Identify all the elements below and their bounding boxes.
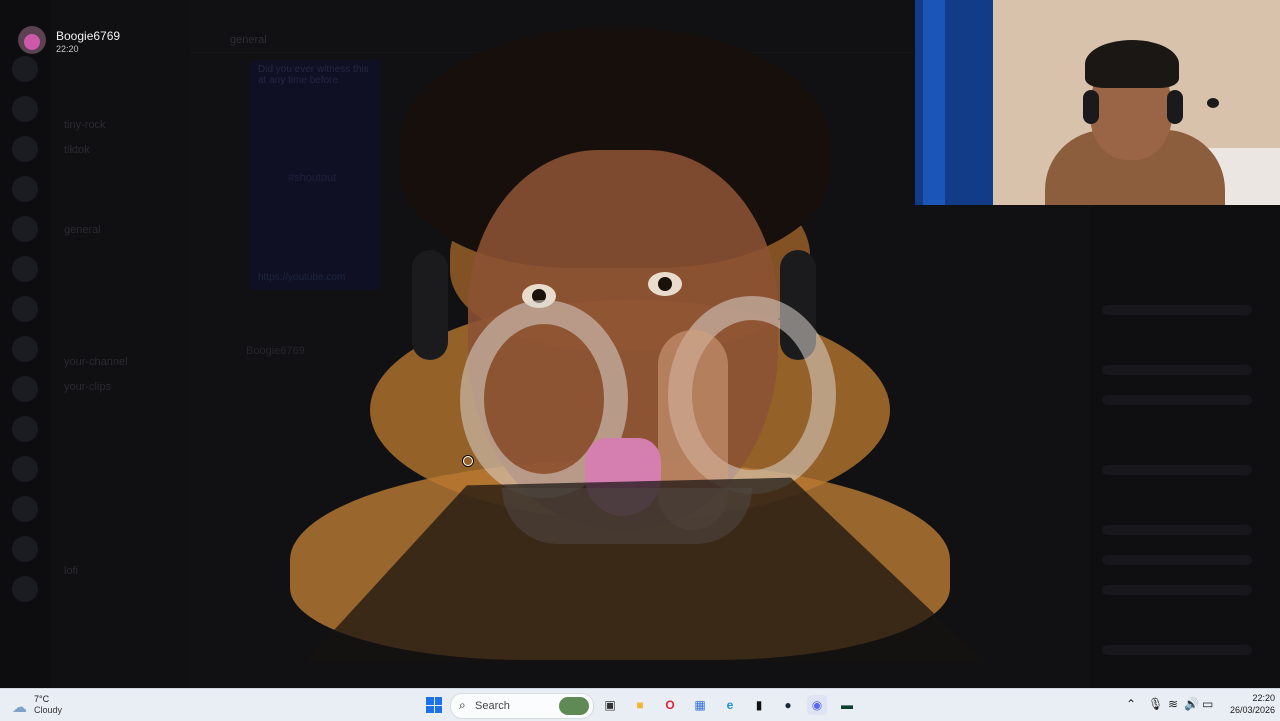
server-icon[interactable] <box>12 336 38 362</box>
windows-logo-pane <box>434 705 442 713</box>
server-icon[interactable] <box>12 536 38 562</box>
member-item[interactable] <box>1102 465 1252 475</box>
channel-list: tiny-rock tiktok general your-channel yo… <box>50 0 190 688</box>
server-icon[interactable] <box>12 296 38 322</box>
volume-icon[interactable]: 🔊 <box>1184 697 1199 711</box>
webcam-headphones <box>1083 90 1099 124</box>
member-item[interactable] <box>1102 525 1252 535</box>
windows-logo-pane <box>426 697 434 705</box>
search-placeholder: Search <box>475 700 510 712</box>
stream-username: Boogie6769 <box>56 29 121 43</box>
audio-app-icon[interactable]: ▮ <box>749 695 769 715</box>
channel-item[interactable]: tiktok <box>64 144 90 156</box>
member-item[interactable] <box>1102 555 1252 565</box>
channel-item[interactable]: your-channel <box>64 356 128 368</box>
member-item[interactable] <box>1102 305 1252 315</box>
microphone-icon[interactable]: 🎙 <box>1148 697 1163 711</box>
stream-timestamp: 22:20 <box>56 44 79 54</box>
member-list <box>1090 205 1280 688</box>
webcam-headphones <box>1167 90 1183 124</box>
task-view-icon[interactable]: ▣ <box>600 695 620 715</box>
avatar[interactable] <box>18 26 46 54</box>
discord-icon[interactable]: ◉ <box>807 695 827 715</box>
webcam-feed[interactable] <box>915 0 1280 205</box>
windows-logo-pane <box>434 697 442 705</box>
channel-item[interactable]: tiny-rock <box>64 119 106 131</box>
server-icon[interactable] <box>12 496 38 522</box>
server-icon[interactable] <box>12 176 38 202</box>
webcam-spider-decoration <box>1207 98 1219 108</box>
taskbar-search[interactable]: ⌕ Search <box>450 693 594 719</box>
clock-time[interactable]: 22:20 <box>1229 693 1275 703</box>
server-icon[interactable] <box>12 456 38 482</box>
windows-logo-pane <box>426 705 434 713</box>
terminal-icon[interactable]: ▬ <box>837 695 857 715</box>
channel-item[interactable]: general <box>64 224 101 236</box>
member-item[interactable] <box>1102 395 1252 405</box>
server-icon[interactable] <box>12 256 38 282</box>
opera-icon[interactable]: O <box>660 695 680 715</box>
file-explorer-icon[interactable]: ■ <box>630 695 650 715</box>
chevron-up-icon[interactable]: ⌃ <box>1126 697 1136 711</box>
taskbar: ☁ 7°C Cloudy ⌕ Search ▣ ■ O ▦ e ▮ ● ◉ ▬ … <box>0 688 1280 721</box>
server-icon[interactable] <box>12 56 38 82</box>
search-highlight-image <box>559 697 589 715</box>
server-icon[interactable] <box>12 376 38 402</box>
wifi-icon[interactable]: ≋ <box>1168 697 1178 711</box>
steam-icon[interactable]: ● <box>778 695 798 715</box>
cloud-icon: ☁ <box>12 699 27 716</box>
store-icon[interactable]: ▦ <box>690 695 710 715</box>
battery-icon[interactable]: ▭ <box>1202 697 1213 711</box>
streamer-eye <box>648 272 682 296</box>
channel-item[interactable]: your-clips <box>64 381 111 393</box>
server-icon[interactable] <box>12 416 38 442</box>
server-icon[interactable] <box>12 96 38 122</box>
weather-temp: 7°C <box>34 694 50 704</box>
server-icon[interactable] <box>12 576 38 602</box>
member-item[interactable] <box>1102 365 1252 375</box>
search-icon: ⌕ <box>459 698 466 712</box>
edge-icon[interactable]: e <box>720 695 740 715</box>
headphones <box>412 250 448 360</box>
webcam-curtain <box>923 0 945 205</box>
server-icon[interactable] <box>12 216 38 242</box>
weather-desc: Cloudy <box>34 705 63 715</box>
member-item[interactable] <box>1102 585 1252 595</box>
mouse-cursor <box>463 456 473 466</box>
member-item[interactable] <box>1102 645 1252 655</box>
webcam-person-headband <box>1085 40 1179 88</box>
server-rail <box>0 0 50 688</box>
clock-date[interactable]: 26/03/2026 <box>1222 705 1275 715</box>
channel-item[interactable]: lofi <box>64 565 78 577</box>
server-icon[interactable] <box>12 136 38 162</box>
start-button[interactable] <box>426 697 442 713</box>
